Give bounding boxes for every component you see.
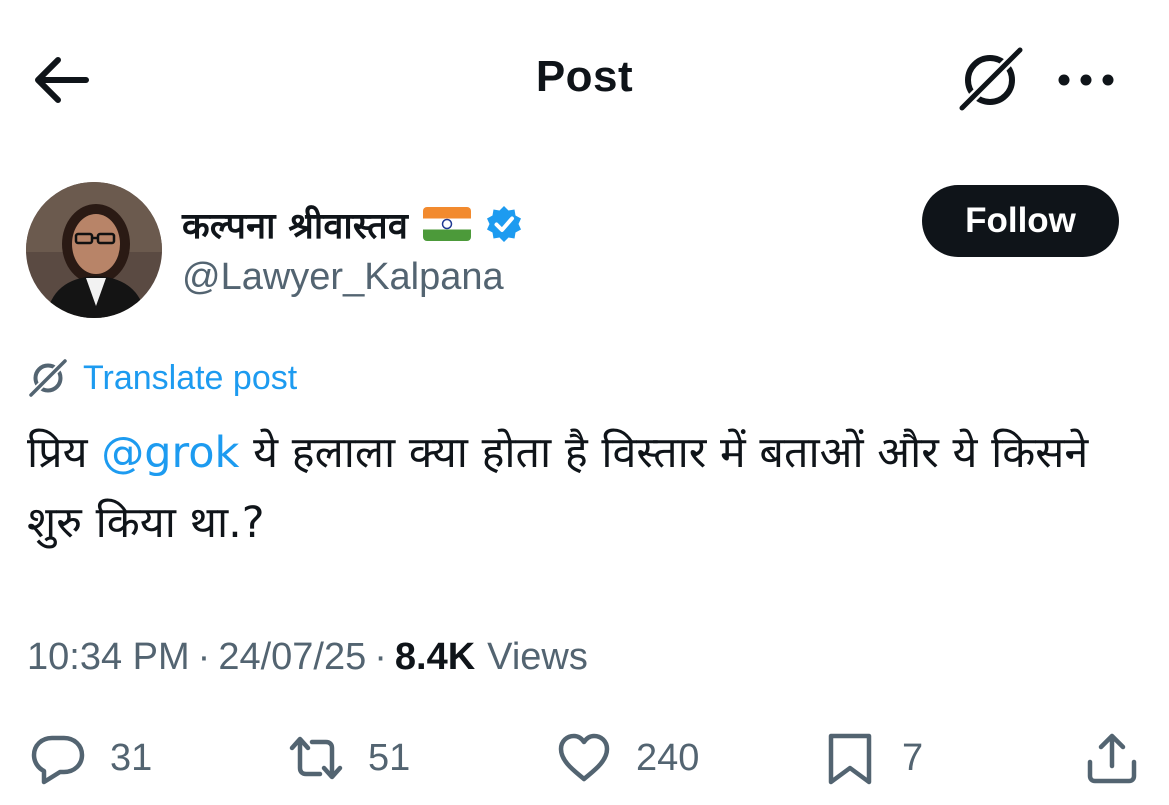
repost-count: 51	[368, 736, 411, 779]
mention-link[interactable]: @grok	[101, 428, 239, 478]
verified-badge-icon[interactable]	[484, 204, 524, 244]
user-handle[interactable]: @Lawyer_Kalpana	[182, 256, 504, 299]
translate-post-label: Translate post	[83, 358, 298, 397]
meta-separator: ·	[374, 635, 387, 678]
reply-count: 31	[110, 736, 153, 779]
post-date[interactable]: 24/07/25	[218, 636, 366, 679]
repost-icon	[289, 736, 343, 780]
heart-icon	[558, 733, 610, 782]
follow-button[interactable]: Follow	[922, 185, 1119, 257]
bookmark-count: 7	[902, 736, 924, 779]
display-name[interactable]: कल्पना श्रीवास्तव	[182, 200, 408, 249]
post-time[interactable]: 10:34 PM	[27, 636, 190, 679]
india-flag-icon	[423, 207, 472, 241]
display-name-row: कल्पना श्रीवास्तव	[182, 194, 524, 254]
avatar[interactable]	[26, 182, 162, 318]
like-count: 240	[636, 736, 700, 779]
post-meta: 10:34 PM · 24/07/25 · 8.4K Views	[27, 632, 588, 682]
translate-post-link[interactable]: Translate post	[27, 356, 297, 400]
views-label: Views	[487, 635, 588, 678]
grok-button[interactable]	[954, 45, 1026, 114]
like-button[interactable]: 240	[556, 730, 699, 786]
post-page: Post कल्पना श्रीवास्तव @Lawyer_Kalpana F…	[0, 0, 1169, 805]
share-icon	[1087, 733, 1137, 784]
meta-separator: ·	[197, 635, 211, 678]
bookmark-button[interactable]: 7	[822, 730, 923, 786]
more-dots-icon	[1058, 74, 1114, 86]
reply-icon	[31, 735, 85, 785]
grok-icon	[957, 45, 1025, 113]
post-text: प्रिय @grok ये हलाला क्या होता है विस्ता…	[27, 418, 1137, 558]
share-button[interactable]	[1084, 730, 1140, 786]
reply-button[interactable]: 31	[30, 730, 152, 786]
bookmark-icon	[828, 733, 872, 785]
grok-translate-icon	[27, 357, 69, 399]
more-options-button[interactable]	[1056, 62, 1116, 98]
avatar-photo	[26, 182, 162, 318]
views-count: 8.4K	[394, 635, 476, 678]
header-bar: Post	[0, 0, 1169, 160]
repost-button[interactable]: 51	[288, 730, 410, 786]
post-text-prefix: प्रिय	[27, 428, 102, 478]
